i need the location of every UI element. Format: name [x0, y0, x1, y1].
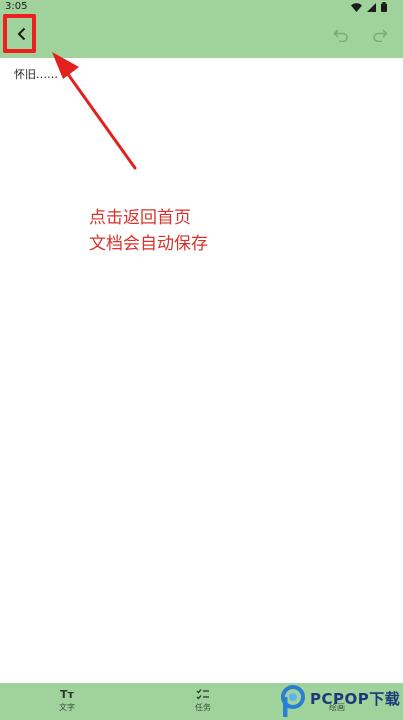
battery-icon — [381, 2, 387, 12]
status-time: 3:05 — [5, 1, 28, 12]
annotation-text: 点击返回首页 文档会自动保存 — [89, 205, 208, 257]
wifi-icon — [351, 2, 362, 12]
text-format-icon: Tт — [60, 687, 74, 701]
redo-button[interactable] — [367, 22, 393, 48]
note-editor-screen: 3:05 怀旧…… 点击返回首页 文档会自动保存 Tт 文字 任务 绘画 PCP… — [0, 0, 403, 720]
status-bar: 3:05 — [0, 0, 403, 14]
pcpop-logo-icon — [281, 685, 305, 717]
annotation-arrow-icon — [52, 52, 137, 170]
annotation-highlight-box — [3, 14, 36, 53]
document-text[interactable]: 怀旧…… — [14, 68, 58, 82]
status-icons — [351, 2, 387, 12]
watermark: PCPOP下载 — [279, 682, 403, 720]
task-list-icon — [173, 686, 233, 702]
undo-button[interactable] — [328, 22, 354, 48]
tool-task-button[interactable]: 任务 — [173, 686, 233, 718]
tool-task-label: 任务 — [195, 703, 211, 712]
undo-icon — [333, 29, 348, 42]
annotation-line-2: 文档会自动保存 — [89, 234, 208, 254]
app-bar — [0, 14, 403, 58]
redo-icon — [373, 29, 388, 42]
tool-text-button[interactable]: Tт 文字 — [37, 686, 97, 718]
watermark-brand: PCPOP下载 — [310, 690, 401, 708]
annotation-line-1: 点击返回首页 — [89, 208, 191, 228]
signal-icon — [367, 2, 376, 12]
tool-text-label: 文字 — [59, 703, 75, 712]
